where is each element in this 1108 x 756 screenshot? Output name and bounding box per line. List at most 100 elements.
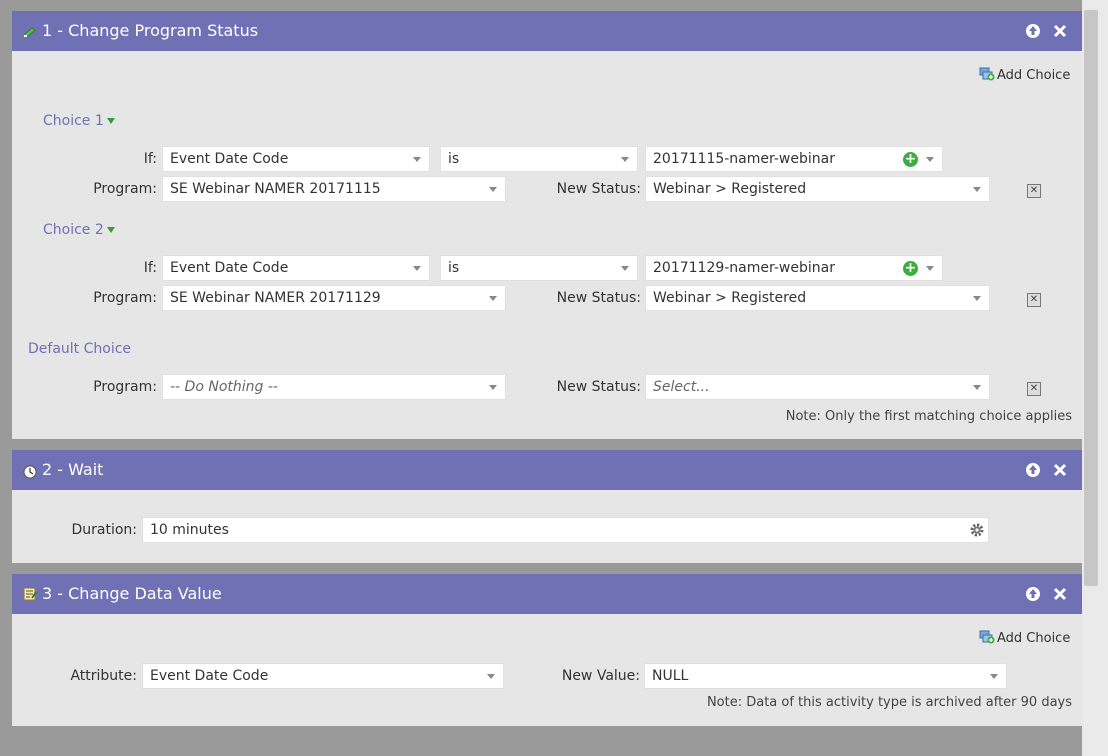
program-select[interactable]: -- Do Nothing -- [162,374,506,400]
plus-circle-icon[interactable]: + [903,152,918,167]
select-value: Event Date Code [170,151,289,167]
move-up-button[interactable] [1024,585,1042,603]
delete-choice-button[interactable]: ✕ [1027,382,1041,396]
new-status-label: New Status: [556,290,641,306]
condition-operator-select[interactable]: is [440,146,638,172]
choice-label: Choice 1 [43,113,104,129]
attribute-select[interactable]: Event Date Code [142,663,504,689]
delete-choice-button[interactable]: ✕ [1027,184,1041,198]
chevron-down-icon [926,266,934,271]
condition-field-select[interactable]: Event Date Code [162,146,430,172]
chevron-down-icon [487,674,495,679]
chevron-down-icon [413,157,421,162]
chevron-down-icon [973,296,981,301]
flow-step-header[interactable]: 3 - Change Data Value [12,574,1082,614]
chevron-down-icon [621,157,629,162]
new-status-label: New Status: [556,379,641,395]
add-choice-label: Add Choice [997,631,1071,646]
chevron-down-icon [413,266,421,271]
program-select[interactable]: SE Webinar NAMER 20171129 [162,285,506,311]
condition-value-select[interactable]: 20171129-namer-webinar + [645,255,943,281]
move-up-button[interactable] [1024,461,1042,479]
choice-2-toggle[interactable]: Choice 2 [43,221,115,239]
select-value: 20171129-namer-webinar [653,260,835,276]
delete-icon: ✕ [1029,185,1039,196]
delete-choice-button[interactable]: ✕ [1027,293,1041,307]
add-choice-icon [979,630,995,644]
select-value: is [448,151,460,167]
new-value-select[interactable]: NULL [644,663,1007,689]
select-value: Event Date Code [150,668,269,684]
chevron-down-icon [990,674,998,679]
new-status-select[interactable]: Select... [645,374,990,400]
select-value: 20171115-namer-webinar [653,151,835,167]
chevron-down-icon [489,187,497,192]
if-label: If: [143,151,157,167]
flow-step-header[interactable]: 2 - Wait [12,450,1082,490]
new-status-select[interactable]: Webinar > Registered [645,176,990,202]
flow-step-title: 3 - Change Data Value [42,584,222,603]
chevron-down-icon [489,296,497,301]
close-step-button[interactable] [1051,585,1069,603]
program-label: Program: [93,181,157,197]
new-status-label: New Status: [556,181,641,197]
new-value-label: New Value: [561,668,640,684]
chevron-down-icon [973,187,981,192]
gear-icon[interactable] [969,522,985,538]
choice-1-toggle[interactable]: Choice 1 [43,112,115,130]
program-status-icon [23,27,36,38]
new-status-select[interactable]: Webinar > Registered [645,285,990,311]
add-choice-button[interactable]: Add Choice [979,630,1070,648]
program-select[interactable]: SE Webinar NAMER 20171115 [162,176,506,202]
condition-operator-select[interactable]: is [440,255,638,281]
clock-icon [23,465,37,479]
select-value: Webinar > Registered [653,181,807,197]
select-value: Webinar > Registered [653,290,807,306]
select-value: SE Webinar NAMER 20171129 [170,290,381,306]
close-icon [1053,463,1067,477]
matching-note: Note: Only the first matching choice app… [785,409,1072,424]
triangle-down-icon [106,227,115,233]
flow-step-change-program-status: 1 - Change Program Status Add Choice Cho… [12,11,1082,439]
condition-field-select[interactable]: Event Date Code [162,255,430,281]
select-value: SE Webinar NAMER 20171115 [170,181,381,197]
close-icon [1053,24,1067,38]
duration-label: Duration: [71,522,137,538]
default-choice-label: Default Choice [28,341,132,357]
flow-step-change-data-value: 3 - Change Data Value Add Choice Attribu… [12,574,1082,726]
delete-icon: ✕ [1029,383,1039,394]
program-label: Program: [93,379,157,395]
delete-icon: ✕ [1029,294,1039,305]
move-up-button[interactable] [1024,22,1042,40]
add-choice-label: Add Choice [997,68,1071,83]
close-icon [1053,587,1067,601]
flow-step-header[interactable]: 1 - Change Program Status [12,11,1082,51]
select-value: is [448,260,460,276]
add-choice-icon [979,67,995,81]
triangle-down-icon [106,118,115,124]
add-choice-button[interactable]: Add Choice [979,67,1070,85]
chevron-down-icon [621,266,629,271]
chevron-down-icon [489,385,497,390]
flow-step-title: 2 - Wait [42,460,104,479]
condition-value-select[interactable]: 20171115-namer-webinar + [645,146,943,172]
select-value: NULL [652,668,689,684]
duration-input[interactable]: 10 minutes [142,517,989,543]
select-value: Select... [653,379,710,395]
if-label: If: [143,260,157,276]
flow-step-wait: 2 - Wait Duration: 10 minutes [12,450,1082,563]
select-value: -- Do Nothing -- [170,379,278,395]
plus-circle-icon[interactable]: + [903,261,918,276]
archive-note: Note: Data of this activity type is arch… [706,695,1072,710]
close-step-button[interactable] [1051,22,1069,40]
arrow-up-icon [1026,587,1040,601]
select-value: Event Date Code [170,260,289,276]
choice-label: Choice 2 [43,222,104,238]
chevron-down-icon [973,385,981,390]
arrow-up-icon [1026,24,1040,38]
scrollbar-thumb[interactable] [1084,10,1098,586]
close-step-button[interactable] [1051,461,1069,479]
chevron-down-icon [926,157,934,162]
program-label: Program: [93,290,157,306]
duration-value: 10 minutes [150,522,229,538]
